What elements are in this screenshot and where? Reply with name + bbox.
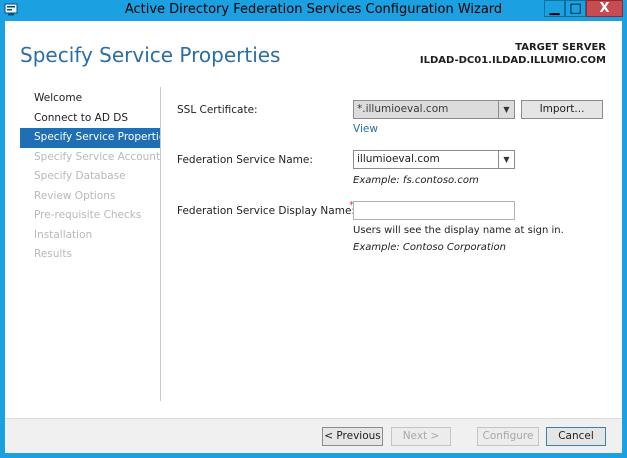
window-title: Active Directory Federation Services Con… [124,2,503,17]
display-name-example: Example: Contoso Corporation [353,242,506,253]
maximize-icon: □ [569,1,582,16]
nav-item-welcome[interactable]: Welcome [20,89,160,109]
wizard-footer: < Previous Next > Configure Cancel [5,418,622,453]
federation-service-name-label: Federation Service Name: [177,154,313,166]
nav-divider [160,87,161,401]
target-server-value: ILDAD-DC01.ILDAD.ILLUMIO.COM [419,55,606,66]
target-server-label: TARGET SERVER [515,42,606,53]
nav-item-specify-service-properties[interactable]: Specify Service Properties [20,128,171,148]
chevron-down-icon: ▼ [498,151,514,168]
ssl-certificate-dropdown[interactable]: *.illumioeval.com ▼ [353,100,515,119]
wizard-steps-nav: Welcome Connect to AD DS Specify Service… [20,89,171,265]
nav-item-specify-database: Specify Database [34,170,126,182]
next-button[interactable]: Next > [391,427,451,446]
close-button[interactable]: X [586,0,623,17]
chevron-down-icon: ▼ [498,101,514,118]
configure-button[interactable]: Configure [477,427,539,446]
title-bar[interactable]: Active Directory Federation Services Con… [0,0,627,20]
maximize-button[interactable]: □ [565,0,586,17]
nav-item-installation: Installation [34,228,93,241]
page-title: Specify Service Properties [20,43,281,67]
federation-service-name-example: Example: fs.contoso.com [353,175,479,186]
close-icon: X [599,1,610,16]
federation-service-display-name-label: Federation Service Display Name: [177,205,355,217]
nav-item-specify-service-account: Specify Service Account [34,150,161,163]
import-button[interactable]: Import... [521,100,603,119]
previous-button[interactable]: < Previous [322,427,383,446]
wizard-content: Specify Service Properties TARGET SERVER… [5,21,622,453]
minimize-icon: ▁ [549,1,560,16]
ssl-certificate-label: SSL Certificate: [177,104,258,116]
minimize-button[interactable]: ▁ [544,0,565,17]
view-certificate-link[interactable]: View [353,123,378,135]
nav-item-review-options: Review Options [34,189,116,202]
federation-service-name-dropdown[interactable]: illumioeval.com ▼ [353,150,515,169]
cancel-button[interactable]: Cancel [546,427,606,446]
nav-item-results: Results [34,248,72,260]
ssl-certificate-value: *.illumioeval.com [357,103,449,115]
nav-item-prerequisite-checks: Pre-requisite Checks [34,209,142,221]
display-name-hint: Users will see the display name at sign … [353,225,564,236]
federation-service-display-name-input[interactable] [353,201,515,220]
federation-service-name-value: illumioeval.com [357,153,440,165]
nav-item-connect-ad-ds[interactable]: Connect to AD DS [20,109,160,129]
wizard-window: Active Directory Federation Services Con… [0,0,627,458]
